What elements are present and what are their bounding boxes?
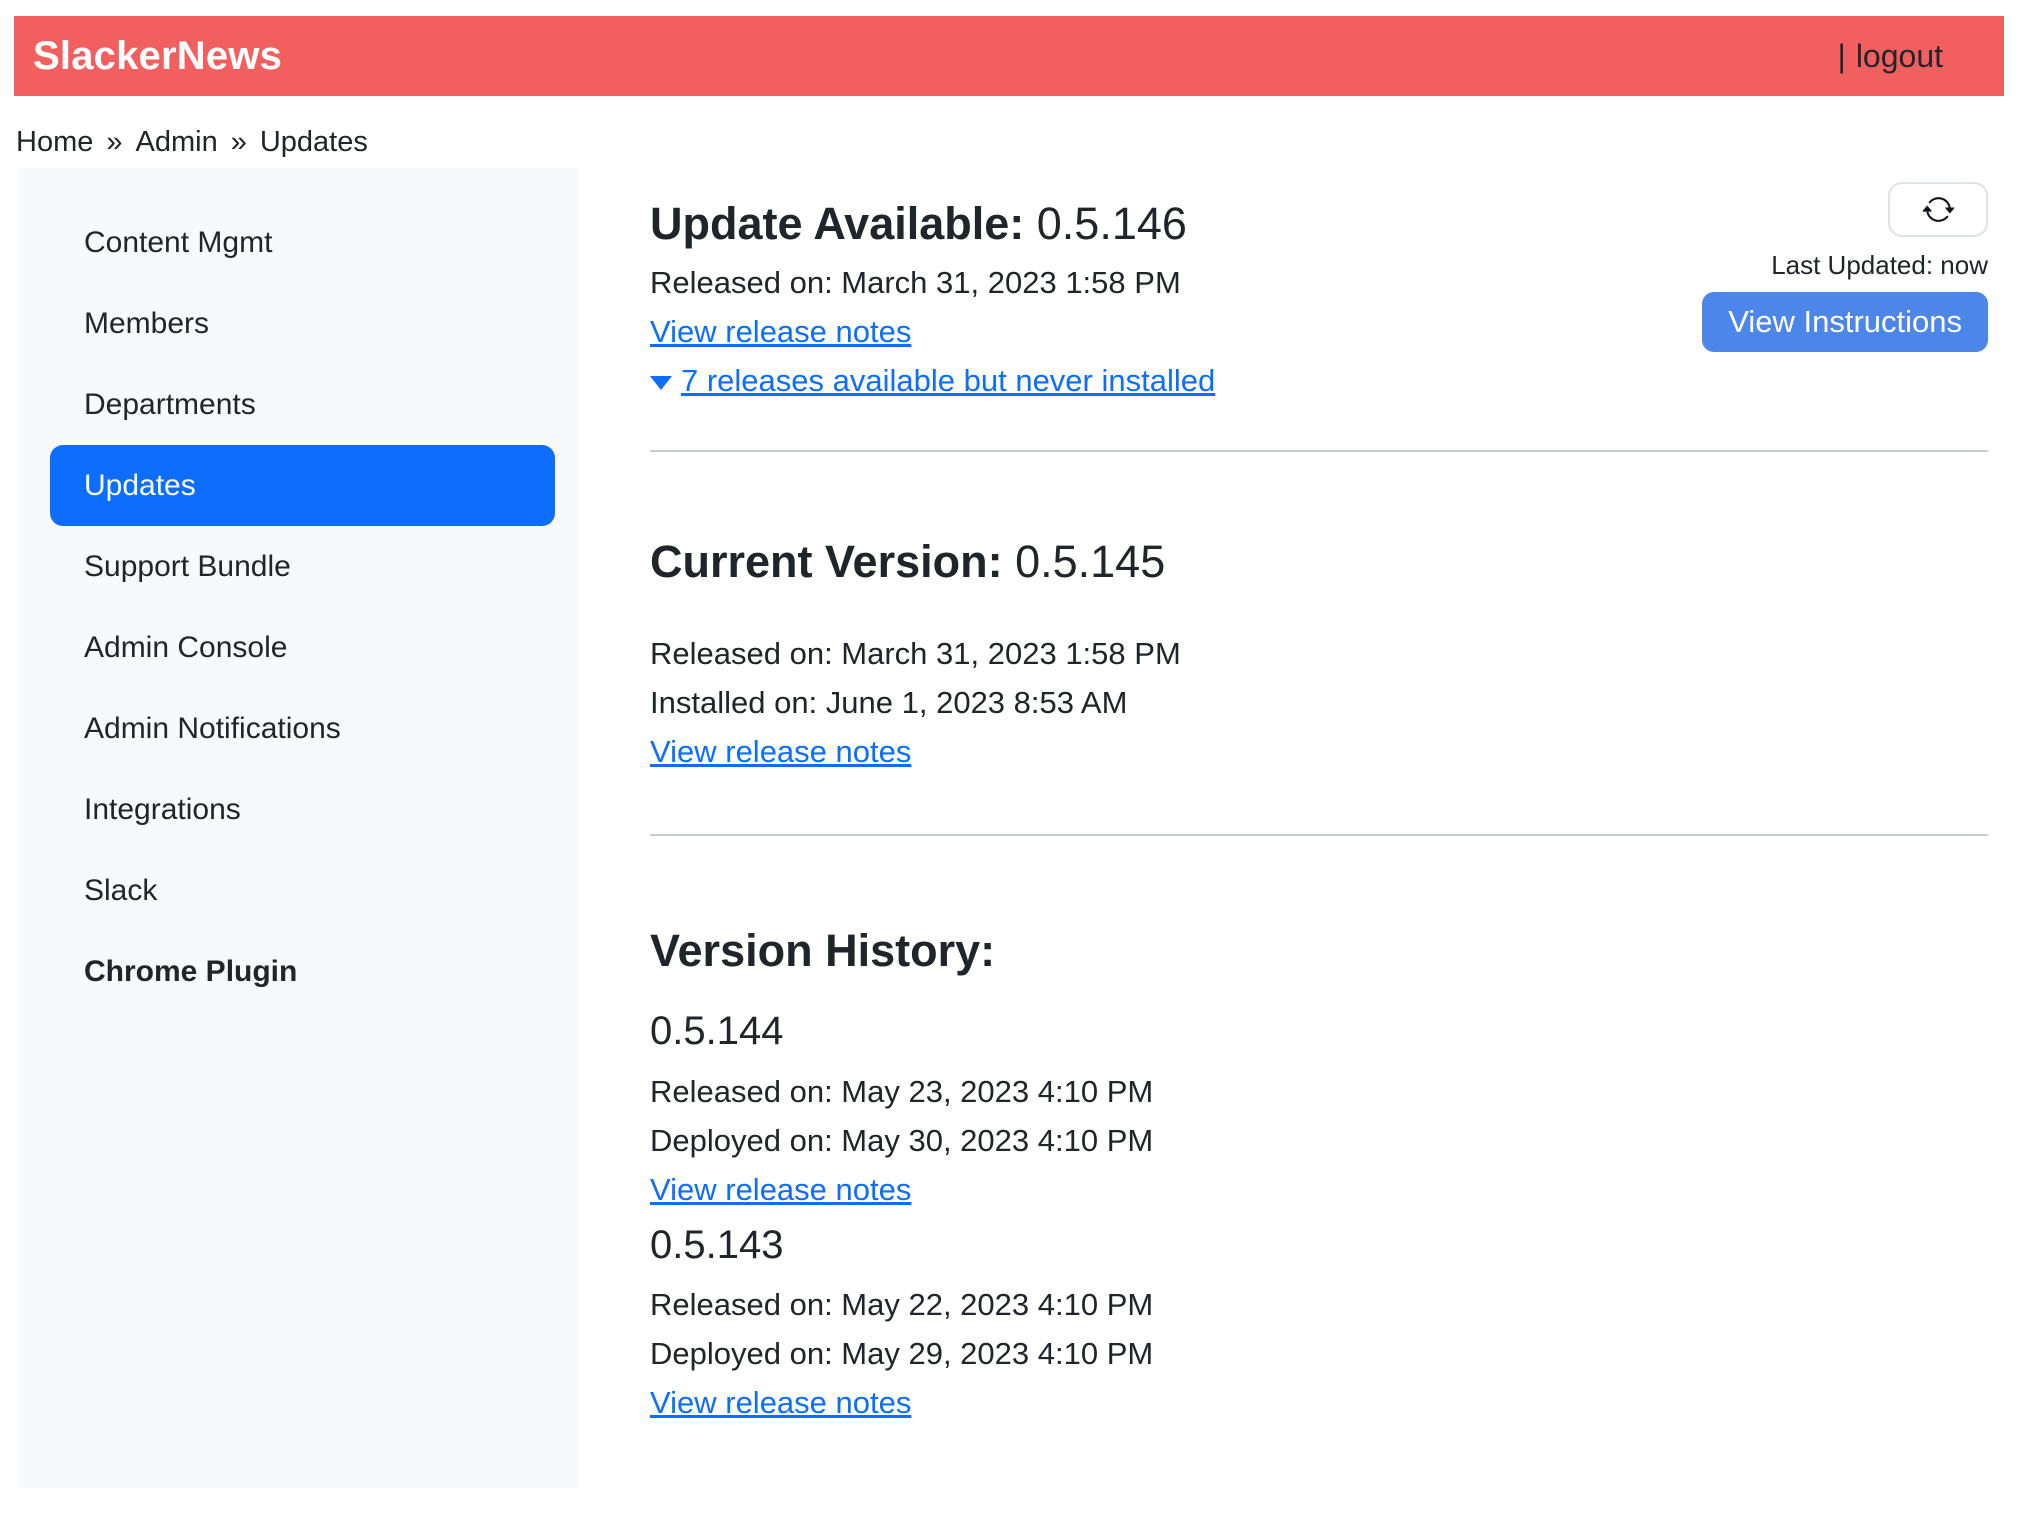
history-release-notes-link[interactable]: View release notes: [650, 1172, 911, 1207]
history-released-on: Released on: May 23, 2023 4:10 PM: [650, 1067, 1988, 1116]
current-release-notes-row: View release notes: [650, 727, 1988, 776]
breadcrumb-separator: »: [106, 126, 122, 159]
history-released-on: Released on: May 22, 2023 4:10 PM: [650, 1280, 1988, 1329]
sidebar-item-admin-notifications[interactable]: Admin Notifications: [18, 688, 578, 769]
history-release-notes-link[interactable]: View release notes: [650, 1385, 911, 1420]
refresh-button[interactable]: [1888, 182, 1988, 237]
logout-link[interactable]: logout: [1856, 38, 1943, 75]
breadcrumb-current-page: Updates: [260, 126, 368, 159]
view-instructions-button[interactable]: View Instructions: [1702, 292, 1988, 352]
current-version-section: Current Version: 0.5.145 Released on: Ma…: [650, 534, 1988, 776]
version-history-title: Version History:: [650, 923, 1988, 979]
current-version-label: Current Version:: [650, 536, 1003, 587]
update-available-section: Update Available: 0.5.146 Released on: M…: [650, 168, 1215, 405]
history-entry: 0.5.144 Released on: May 23, 2023 4:10 P…: [650, 1006, 1988, 1214]
breadcrumb-home[interactable]: Home: [16, 126, 93, 159]
top-bar: SlackerNews | logout: [14, 16, 2004, 96]
sidebar-item-admin-console[interactable]: Admin Console: [18, 607, 578, 688]
update-available-version: 0.5.146: [1037, 198, 1187, 249]
updates-content: Update Available: 0.5.146 Released on: M…: [650, 168, 1988, 1427]
sidebar-item-content-mgmt[interactable]: Content Mgmt: [18, 202, 578, 283]
current-released-on: Released on: March 31, 2023 1:58 PM: [650, 629, 1988, 678]
sidebar-item-departments[interactable]: Departments: [18, 364, 578, 445]
history-entry: 0.5.143 Released on: May 22, 2023 4:10 P…: [650, 1220, 1988, 1427]
version-history-section: Version History: 0.5.144 Released on: Ma…: [650, 923, 1988, 1427]
update-release-notes-link[interactable]: View release notes: [650, 314, 911, 349]
last-updated-text: Last Updated: now: [1771, 250, 1988, 281]
refresh-panel: Last Updated: now View Instructions: [1702, 168, 1988, 352]
main-layout: Content Mgmt Members Departments Updates…: [0, 168, 2028, 1488]
history-version-number: 0.5.144: [650, 1006, 1988, 1056]
update-available-label: Update Available:: [650, 198, 1024, 249]
update-released-on: Released on: March 31, 2023 1:58 PM: [650, 258, 1215, 307]
history-release-notes-row: View release notes: [650, 1378, 1988, 1427]
update-release-notes-row: View release notes: [650, 307, 1215, 356]
breadcrumb-separator: »: [231, 126, 247, 159]
logout-separator: |: [1838, 38, 1846, 75]
app-brand: SlackerNews: [33, 34, 282, 79]
current-version-value: 0.5.145: [1015, 536, 1165, 587]
sidebar-item-support-bundle[interactable]: Support Bundle: [18, 526, 578, 607]
current-release-notes-link[interactable]: View release notes: [650, 734, 911, 769]
update-available-title: Update Available: 0.5.146: [650, 196, 1215, 252]
section-divider: [650, 834, 1988, 836]
admin-sidebar: Content Mgmt Members Departments Updates…: [18, 168, 578, 1488]
breadcrumb-admin[interactable]: Admin: [136, 126, 218, 159]
sidebar-item-slack[interactable]: Slack: [18, 850, 578, 931]
history-deployed-on: Deployed on: May 30, 2023 4:10 PM: [650, 1116, 1988, 1165]
history-entry-meta: Released on: May 22, 2023 4:10 PM Deploy…: [650, 1280, 1988, 1427]
refresh-icon: [1922, 193, 1955, 226]
history-version-number: 0.5.143: [650, 1220, 1988, 1270]
pending-releases-row: 7 releases available but never installed: [650, 356, 1215, 405]
sidebar-item-chrome-plugin[interactable]: Chrome Plugin: [18, 931, 578, 1012]
sidebar-item-integrations[interactable]: Integrations: [18, 769, 578, 850]
caret-down-icon[interactable]: [650, 376, 672, 390]
current-version-meta: Released on: March 31, 2023 1:58 PM Inst…: [650, 629, 1988, 776]
history-entry-meta: Released on: May 23, 2023 4:10 PM Deploy…: [650, 1067, 1988, 1214]
logout-area: | logout: [1838, 38, 1944, 75]
section-divider: [650, 450, 1988, 452]
breadcrumb: Home » Admin » Updates: [16, 126, 2028, 159]
history-release-notes-row: View release notes: [650, 1165, 1988, 1214]
current-version-title: Current Version: 0.5.145: [650, 534, 1988, 590]
sidebar-item-members[interactable]: Members: [18, 283, 578, 364]
sidebar-item-updates[interactable]: Updates: [50, 445, 555, 526]
history-deployed-on: Deployed on: May 29, 2023 4:10 PM: [650, 1329, 1988, 1378]
pending-releases-link[interactable]: 7 releases available but never installed: [681, 356, 1215, 405]
update-available-row: Update Available: 0.5.146 Released on: M…: [650, 168, 1988, 405]
current-installed-on: Installed on: June 1, 2023 8:53 AM: [650, 678, 1988, 727]
